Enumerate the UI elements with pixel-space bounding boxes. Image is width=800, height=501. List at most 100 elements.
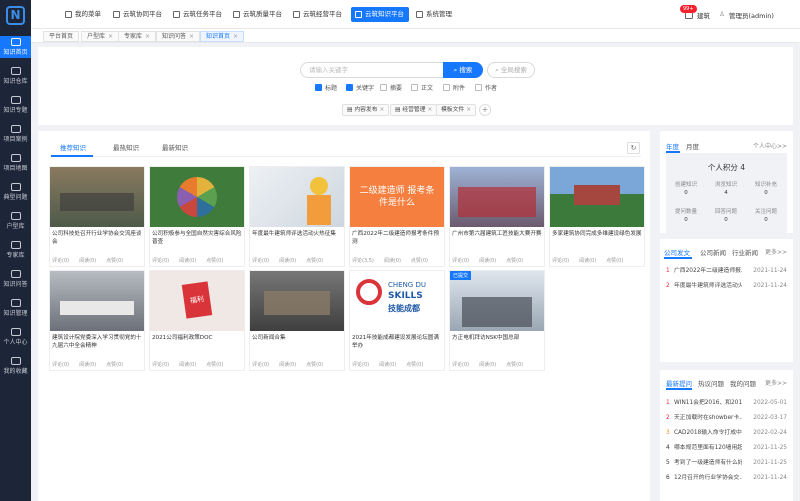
tab-platform-home[interactable]: 平台首页 <box>43 31 80 42</box>
list-item[interactable]: 4 哪本规范里面有120墙用超... 2021-11-25 <box>666 443 787 453</box>
knowledge-card[interactable]: 福利 2021公司福利政策DOC 评论(0) 阅读(0) 点赞(0) <box>149 270 245 371</box>
filter-title[interactable]: 标题 <box>315 84 337 94</box>
topnav-task[interactable]: 云筑任务平台 <box>171 7 222 22</box>
tab-my-questions[interactable]: 我的问题 <box>730 378 756 388</box>
tab-hot-questions[interactable]: 热议问题 <box>698 378 724 388</box>
knowledge-card[interactable]: CHENG DU SKILLS 技能成都 2021年技能成都建设发展论坛圆满举办… <box>349 270 445 371</box>
checkbox[interactable] <box>411 84 418 91</box>
filter-keyword[interactable]: 关键字 <box>346 84 374 94</box>
sidebar-item-problems[interactable]: 典型问题 <box>0 181 31 203</box>
notification-badge: 99+ <box>680 5 697 13</box>
profile-link[interactable]: 个人中心>> <box>753 141 787 150</box>
global-search-button[interactable]: ⌕ 全局搜索 <box>487 62 535 78</box>
refresh-icon[interactable]: ↻ <box>627 142 640 154</box>
knowledge-card[interactable]: 广州市第六届建筑工匠技能大赛开赛 评论(0) 阅读(0) 点赞(0) <box>449 166 545 267</box>
topnav-system[interactable]: 系统管理 <box>414 7 452 22</box>
search-button[interactable]: ⌕ 搜索 <box>443 62 483 78</box>
sidebar-item-experts[interactable]: 专家库 <box>0 239 31 261</box>
filter-attachment[interactable]: 附件 <box>443 84 465 94</box>
close-icon[interactable]: × <box>466 107 471 113</box>
knowledge-card[interactable]: 二级建造师 报考条件是什么 广西2022年二级建造师报考条件预测 评论(3.5)… <box>349 166 445 267</box>
tab-underline <box>666 388 692 390</box>
topnav-collab[interactable]: 云筑协同平台 <box>111 7 162 22</box>
home-icon <box>10 38 21 46</box>
checkbox[interactable] <box>346 84 353 91</box>
user-name[interactable]: 管理员(admin) <box>729 10 774 20</box>
sidebar-item-home[interactable]: 知识首页 <box>0 36 31 58</box>
top-nav-bar: 我的菜单 云筑协同平台 云筑任务平台 云筑质量平台 云筑经营平台 云筑知识平台 … <box>31 0 800 29</box>
tab-hottest[interactable]: 最热知识 <box>113 142 139 152</box>
tab-company-news[interactable]: 公司新闻 <box>700 247 726 257</box>
card-title: 公司积极参与全国自然灾害综合风险普查 <box>152 231 242 245</box>
close-icon[interactable]: × <box>145 33 150 40</box>
search-input[interactable]: 请输入关键字 <box>300 62 444 78</box>
tab-industry-news[interactable]: 行业新闻 <box>732 247 758 257</box>
tab-knowledge-home[interactable]: 知识首页 × <box>200 31 245 42</box>
knowledge-card[interactable]: 多家建筑协同完成多维建设绿色发展 评论(0) 阅读(0) 点赞(0) <box>549 166 645 267</box>
tab-qa[interactable]: 知识问答 × <box>156 31 201 42</box>
sidebar-item-map[interactable]: 项目地图 <box>0 152 31 174</box>
sidebar-item-floorplans[interactable]: 户型库 <box>0 210 31 232</box>
case-icon <box>10 125 21 133</box>
filter-abstract[interactable]: 摘要 <box>380 84 402 94</box>
tab-yearly[interactable]: 年度 <box>666 141 679 151</box>
chip-business-mgmt[interactable]: ▤ 经营管理 × <box>390 104 438 116</box>
topnav-business[interactable]: 云筑经营平台 <box>291 7 342 22</box>
stat-follows: 关注问题 0 <box>754 209 777 223</box>
chip-template-files[interactable]: 模板文件 × <box>436 104 477 116</box>
map-icon <box>10 154 21 162</box>
knowledge-card[interactable]: 公司积极参与全国自然灾害综合风险普查 评论(0) 阅读(0) 点赞(0) <box>149 166 245 267</box>
filter-body[interactable]: 正文 <box>411 84 433 94</box>
list-item[interactable]: 1WIN11会把2016、和2014...2022-05-01 <box>666 398 787 408</box>
tab-experts[interactable]: 专家库 × <box>118 31 157 42</box>
sidebar-item-management[interactable]: 知识管理 <box>0 297 31 319</box>
app-logo[interactable]: N <box>6 6 25 25</box>
add-chip-button[interactable]: + <box>479 104 491 116</box>
topnav-quality[interactable]: 云筑质量平台 <box>231 7 282 22</box>
sidebar-item-favorites[interactable]: 我的收藏 <box>0 355 31 377</box>
more-link[interactable]: 更多>> <box>765 247 787 256</box>
list-item[interactable]: 2 天正加载时在showber卡... 2022-03-17 <box>666 413 787 423</box>
close-icon[interactable]: × <box>380 107 385 113</box>
checkbox[interactable] <box>315 84 322 91</box>
close-icon[interactable]: × <box>108 33 113 40</box>
card-meta: 评论(0) 阅读(0) 点赞(0) <box>152 362 224 368</box>
list-item[interactable]: 2 年度最牛建筑师评选活动火... 2021-11-24 <box>666 281 787 291</box>
sidebar-item-qa[interactable]: 知识问答 <box>0 268 31 290</box>
tab-company-docs[interactable]: 公司发文 <box>664 247 690 257</box>
card-image <box>50 271 144 331</box>
close-icon[interactable]: × <box>428 107 433 113</box>
knowledge-card[interactable]: 已提交 方正电机拜访NSK中国总部 评论(0) 阅读(0) 点赞(0) <box>449 270 545 371</box>
knowledge-card[interactable]: 公司科技处召开行业学协会交流座谈会 评论(0) 阅读(0) 点赞(0) <box>49 166 145 267</box>
tab-floorplans[interactable]: 户型库 × <box>81 31 120 42</box>
checkbox[interactable] <box>443 84 450 91</box>
knowledge-card[interactable]: 年度最牛建筑师评选活动火热征集 评论(0) 阅读(0) 点赞(0) <box>249 166 345 267</box>
checkbox[interactable] <box>475 84 482 91</box>
checkbox[interactable] <box>380 84 387 91</box>
chip-content-publish[interactable]: ▤ 内容发布 × <box>342 104 390 116</box>
close-icon[interactable]: × <box>189 33 194 40</box>
tab-latest-questions[interactable]: 最新提问 <box>666 378 692 388</box>
card-title: 2021公司福利政策DOC <box>152 335 213 341</box>
sidebar-item-repository[interactable]: 知识仓库 <box>0 65 31 87</box>
filter-author[interactable]: 作者 <box>475 84 497 94</box>
knowledge-card[interactable]: 建筑设计院党委深入学习贯彻党的十九届六中全会精神 评论(0) 阅读(0) 点赞(… <box>49 270 145 371</box>
sidebar-item-cases[interactable]: 项目案例 <box>0 123 31 145</box>
list-item[interactable]: 6 12月召开的行业学协会交... 2021-11-24 <box>666 473 787 483</box>
knowledge-card[interactable]: 公司新闻合集 评论(0) 阅读(0) 点赞(0) <box>249 270 345 371</box>
sidebar-item-profile[interactable]: 个人中心 <box>0 326 31 348</box>
list-item[interactable]: 5 考到了一级建造师有什么好... 2021-11-25 <box>666 458 787 468</box>
sidebar-item-topics[interactable]: 知识专题 <box>0 94 31 116</box>
link-building[interactable]: 建筑 <box>697 10 710 20</box>
search-panel: 请输入关键字 ⌕ 搜索 ⌕ 全局搜索 标题 关键字 摘要 正文 附件 作者 ▤ … <box>38 47 793 125</box>
tab-monthly[interactable]: 月度 <box>686 141 699 151</box>
tab-newest[interactable]: 最新知识 <box>162 142 188 152</box>
list-item[interactable]: 1 广西2022年二级建造师报... 2021-11-24 <box>666 266 787 276</box>
topnav-my-menu[interactable]: 我的菜单 <box>63 7 101 22</box>
list-item[interactable]: 3 CAD2018输入命令打成中... 2022-02-24 <box>666 428 787 438</box>
stat-supplement: 知识补充 0 <box>754 182 777 196</box>
close-icon[interactable]: × <box>233 33 238 40</box>
tab-recommended[interactable]: 推荐知识 <box>60 142 86 152</box>
more-link[interactable]: 更多>> <box>765 378 787 387</box>
topnav-knowledge[interactable]: 云筑知识平台 <box>351 7 409 22</box>
